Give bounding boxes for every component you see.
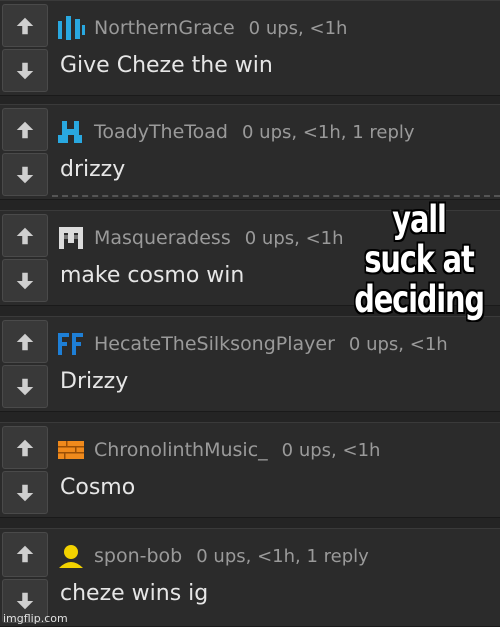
username-link[interactable]: spon-bob (94, 545, 182, 567)
arrow-up-icon (16, 227, 34, 244)
blue-ff-icon (56, 331, 86, 357)
username-link[interactable]: ToadyTheToad (94, 121, 228, 143)
comment-text: Give Cheze the win (60, 53, 273, 78)
comment-meta: 0 ups, <1h (281, 439, 381, 461)
orange-bricks-icon (56, 437, 86, 463)
blue-bars-icon (56, 15, 86, 41)
comment: HecateTheSilksongPlayer 0 ups, <1h Drizz… (0, 316, 500, 412)
blue-pixel-figure-icon (56, 119, 86, 145)
comment: ChronolinthMusic_ 0 ups, <1h Cosmo (0, 422, 500, 518)
comment: ToadyTheToad 0 ups, <1h, 1 reply drizzy (0, 104, 500, 200)
comment-meta: 0 ups, <1h (348, 333, 448, 355)
upvote-button[interactable] (2, 4, 48, 47)
arrow-up-icon (16, 121, 34, 138)
comment: spon-bob 0 ups, <1h, 1 reply cheze wins … (0, 528, 500, 627)
username-link[interactable]: NorthernGrace (94, 17, 235, 39)
vote-controls (2, 107, 48, 197)
downvote-button[interactable] (2, 471, 48, 514)
upvote-button[interactable] (2, 426, 48, 469)
comment-text: drizzy (60, 157, 126, 182)
username-link[interactable]: Masqueradess (94, 227, 231, 249)
arrow-down-icon (16, 272, 34, 289)
comment-meta: 0 ups, <1h, 1 reply (196, 545, 369, 567)
comment-text: Cosmo (60, 475, 136, 500)
arrow-down-icon (16, 484, 34, 501)
arrow-down-icon (16, 62, 34, 79)
comment-meta: 0 ups, <1h, 1 reply (242, 121, 415, 143)
username-link[interactable]: ChronolinthMusic_ (94, 439, 268, 461)
downvote-button[interactable] (2, 259, 48, 302)
arrow-up-icon (16, 17, 34, 34)
upvote-button[interactable] (2, 108, 48, 151)
comment-text: cheze wins ig (60, 581, 209, 606)
arrow-up-icon (16, 439, 34, 456)
comment-meta: 0 ups, <1h (248, 17, 348, 39)
comment-header: spon-bob 0 ups, <1h, 1 reply (56, 543, 494, 569)
vote-controls (2, 213, 48, 303)
vote-controls (2, 425, 48, 515)
vote-controls (2, 319, 48, 409)
yellow-person-icon (56, 543, 86, 569)
arrow-down-icon (16, 166, 34, 183)
comment: NorthernGrace 0 ups, <1h Give Cheze the … (0, 0, 500, 96)
downvote-button[interactable] (2, 49, 48, 92)
arrow-down-icon (16, 592, 34, 609)
reply-thread-divider (52, 195, 500, 197)
meme-caption: yall suck at deciding (354, 198, 485, 321)
comment-header: ToadyTheToad 0 ups, <1h, 1 reply (56, 119, 494, 145)
gray-mask-icon (56, 225, 86, 251)
upvote-button[interactable] (2, 214, 48, 257)
vote-controls (2, 531, 48, 624)
vote-controls (2, 3, 48, 93)
arrow-up-icon (16, 333, 34, 350)
upvote-button[interactable] (2, 532, 48, 577)
downvote-button[interactable] (2, 153, 48, 196)
arrow-down-icon (16, 378, 34, 395)
comment-meta: 0 ups, <1h (244, 227, 344, 249)
watermark: imgflip.com (3, 612, 68, 625)
downvote-button[interactable] (2, 365, 48, 408)
comment-header: NorthernGrace 0 ups, <1h (56, 15, 494, 41)
comment-header: HecateTheSilksongPlayer 0 ups, <1h (56, 331, 494, 357)
upvote-button[interactable] (2, 320, 48, 363)
username-link[interactable]: HecateTheSilksongPlayer (94, 333, 335, 355)
comment-header: ChronolinthMusic_ 0 ups, <1h (56, 437, 494, 463)
comment-text: Drizzy (60, 369, 129, 394)
arrow-up-icon (16, 546, 34, 563)
